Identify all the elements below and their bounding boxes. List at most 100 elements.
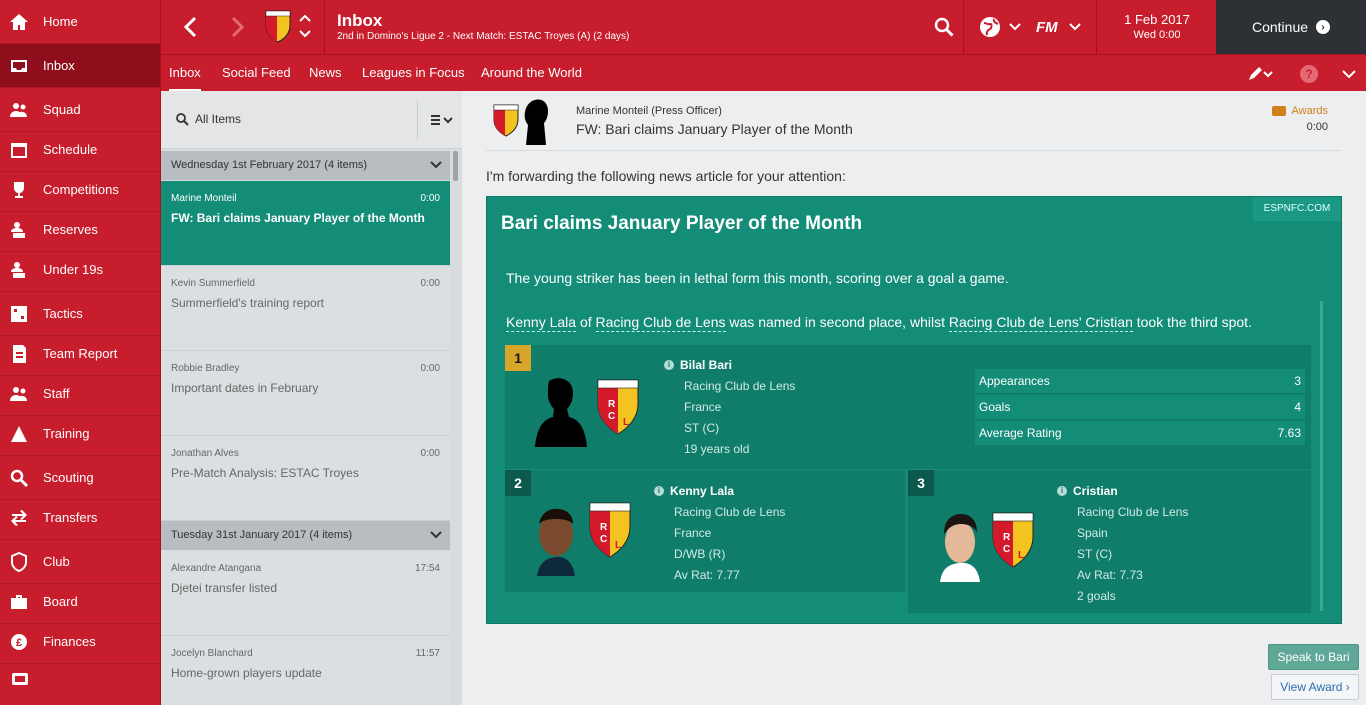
message-sender: Jocelyn Blanchard — [171, 648, 253, 659]
sidebar-item-tactics[interactable]: Tactics — [0, 292, 160, 336]
player-club[interactable]: Racing Club de Lens — [684, 379, 795, 393]
player-goals: 2 goals — [1077, 589, 1116, 603]
message-item[interactable]: Jonathan Alves 0:00 Pre-Match Analysis: … — [161, 436, 450, 521]
sidebar-item-finances[interactable]: £ Finances — [0, 620, 160, 664]
sidebar-item-team-report[interactable]: Team Report — [0, 332, 160, 376]
svg-text:R: R — [1003, 532, 1011, 543]
fm-menu-button[interactable]: FM — [1036, 15, 1086, 39]
sidebar-item-board[interactable]: Board — [0, 580, 160, 624]
date-group-header[interactable]: Tuesday 31st January 2017 (4 items) — [161, 521, 450, 550]
sidebar-item-label: Schedule — [43, 142, 98, 157]
help-button[interactable]: ? — [1298, 64, 1320, 84]
player-link-cristian[interactable]: Racing Club de Lens' Cristian — [948, 314, 1133, 332]
player-silhouette-icon — [535, 378, 587, 447]
sidebar-item-scouting[interactable]: Scouting — [0, 456, 160, 500]
message-time: 0:00 — [420, 278, 440, 289]
view-award-button[interactable]: View Award › — [1271, 674, 1359, 700]
calendar-icon — [8, 139, 30, 161]
player-name[interactable]: Kenny Lala — [670, 484, 734, 498]
message-timestamp: 0:00 — [1306, 121, 1328, 133]
player-link-kenny-lala[interactable]: Kenny Lala — [506, 314, 577, 332]
sidebar-item-schedule[interactable]: Schedule — [0, 128, 160, 172]
training-icon — [8, 423, 30, 445]
sidebar-item-under-19s[interactable]: Under 19s — [0, 248, 160, 292]
game-date[interactable]: 1 Feb 2017 Wed 0:00 — [1096, 0, 1216, 54]
divider — [417, 101, 418, 139]
rank-badge: 2 — [505, 470, 531, 496]
sidebar-item-training[interactable]: Training — [0, 412, 160, 456]
date-group-header[interactable]: Wednesday 1st February 2017 (4 items) — [161, 151, 450, 180]
message-item[interactable]: Jocelyn Blanchard 11:57 Home-grown playe… — [161, 636, 450, 705]
tab-social-feed[interactable]: Social Feed — [222, 55, 291, 91]
info-icon[interactable]: i — [654, 486, 664, 496]
tab-around-the-world[interactable]: Around the World — [481, 55, 582, 91]
winner-card: 1 RCL i Bilal Bari Racing Club de Lens F… — [505, 345, 1311, 469]
club-link-racing-club-de-lens[interactable]: Racing Club de Lens — [595, 314, 726, 332]
message-item[interactable]: Robbie Bradley 0:00 Important dates in F… — [161, 351, 450, 436]
message-item[interactable]: Kevin Summerfield 0:00 Summerfield's tra… — [161, 266, 450, 351]
stat-label: Appearances — [979, 374, 1050, 388]
transfers-icon — [8, 507, 30, 529]
continue-button[interactable]: Continue › — [1216, 0, 1366, 54]
stat-label: Average Rating — [979, 426, 1062, 440]
forward-button[interactable] — [223, 12, 253, 42]
sidebar-item-staff[interactable]: Staff — [0, 372, 160, 416]
svg-text:C: C — [1003, 544, 1010, 555]
back-button[interactable] — [175, 12, 205, 42]
sidebar-item-reserves[interactable]: Reserves — [0, 208, 160, 252]
club-switch-icon[interactable] — [298, 12, 312, 40]
edit-menu-button[interactable] — [1247, 64, 1275, 84]
view-award-label: View Award — [1280, 680, 1343, 694]
info-icon[interactable]: i — [1057, 486, 1067, 496]
world-menu-button[interactable] — [978, 15, 1024, 39]
tab-news[interactable]: News — [309, 55, 342, 91]
awards-tag-label: Awards — [1291, 105, 1328, 117]
third-place-card: 3 RCL i Cristian Racing Club de Lens Spa… — [908, 470, 1311, 613]
sidebar-item-competitions[interactable]: Competitions — [0, 168, 160, 212]
home-icon — [8, 11, 30, 33]
sidebar-item-label: Staff — [43, 386, 70, 401]
date-group-label: Tuesday 31st January 2017 (4 items) — [171, 529, 353, 541]
info-icon[interactable]: i — [664, 360, 674, 370]
collapse-sidebar-icon[interactable] — [12, 672, 28, 685]
sidebar-item-label: Reserves — [43, 222, 98, 237]
sidebar-item-label: Transfers — [43, 510, 98, 525]
sidebar-item-club[interactable]: Club — [0, 540, 160, 584]
awards-tag[interactable]: Awards — [1271, 105, 1328, 117]
message-time: 11:57 — [415, 648, 440, 659]
message-item[interactable]: Alexandre Atangana 17:54 Djetei transfer… — [161, 551, 450, 636]
more-options-button[interactable] — [1341, 64, 1357, 84]
article-source: ESPNFC.COM — [1253, 197, 1341, 221]
list-scrollbar[interactable] — [453, 151, 458, 181]
player-club[interactable]: Racing Club de Lens — [674, 505, 785, 519]
article-scrollbar[interactable] — [1320, 301, 1323, 611]
player-photo — [537, 508, 575, 576]
tab-inbox[interactable]: Inbox — [169, 55, 201, 91]
player-club[interactable]: Racing Club de Lens — [1077, 505, 1188, 519]
club-icon — [8, 551, 30, 573]
finances-icon: £ — [8, 631, 30, 653]
sidebar: Home Inbox Squad Schedule Competitions R… — [0, 0, 161, 705]
list-menu-button[interactable] — [429, 113, 455, 127]
filter-input[interactable]: All Items — [195, 112, 241, 126]
board-icon — [8, 591, 30, 613]
message-sender: Marine Monteil — [171, 193, 237, 204]
search-icon[interactable] — [933, 16, 955, 38]
message-header: Marine Monteil (Press Officer) FW: Bari … — [462, 91, 1366, 151]
tab-leagues-in-focus[interactable]: Leagues in Focus — [362, 55, 465, 91]
sidebar-item-inbox[interactable]: Inbox — [0, 44, 160, 88]
stat-row: Average Rating 7.63 — [975, 421, 1305, 445]
continue-label: Continue — [1251, 19, 1309, 35]
message-item[interactable]: Marine Monteil 0:00 FW: Bari claims Janu… — [161, 181, 450, 266]
club-crest-icon[interactable] — [264, 9, 292, 43]
under19-icon — [8, 259, 30, 281]
sidebar-item-squad[interactable]: Squad — [0, 88, 160, 132]
player-name[interactable]: Cristian — [1073, 484, 1118, 498]
report-icon — [8, 343, 30, 365]
speak-to-player-button[interactable]: Speak to Bari — [1268, 644, 1359, 670]
sidebar-item-home[interactable]: Home — [0, 0, 160, 44]
player-name[interactable]: Bilal Bari — [680, 358, 732, 372]
sidebar-item-transfers[interactable]: Transfers — [0, 496, 160, 540]
rank-badge: 1 — [505, 345, 531, 371]
inbox-icon — [8, 55, 30, 77]
